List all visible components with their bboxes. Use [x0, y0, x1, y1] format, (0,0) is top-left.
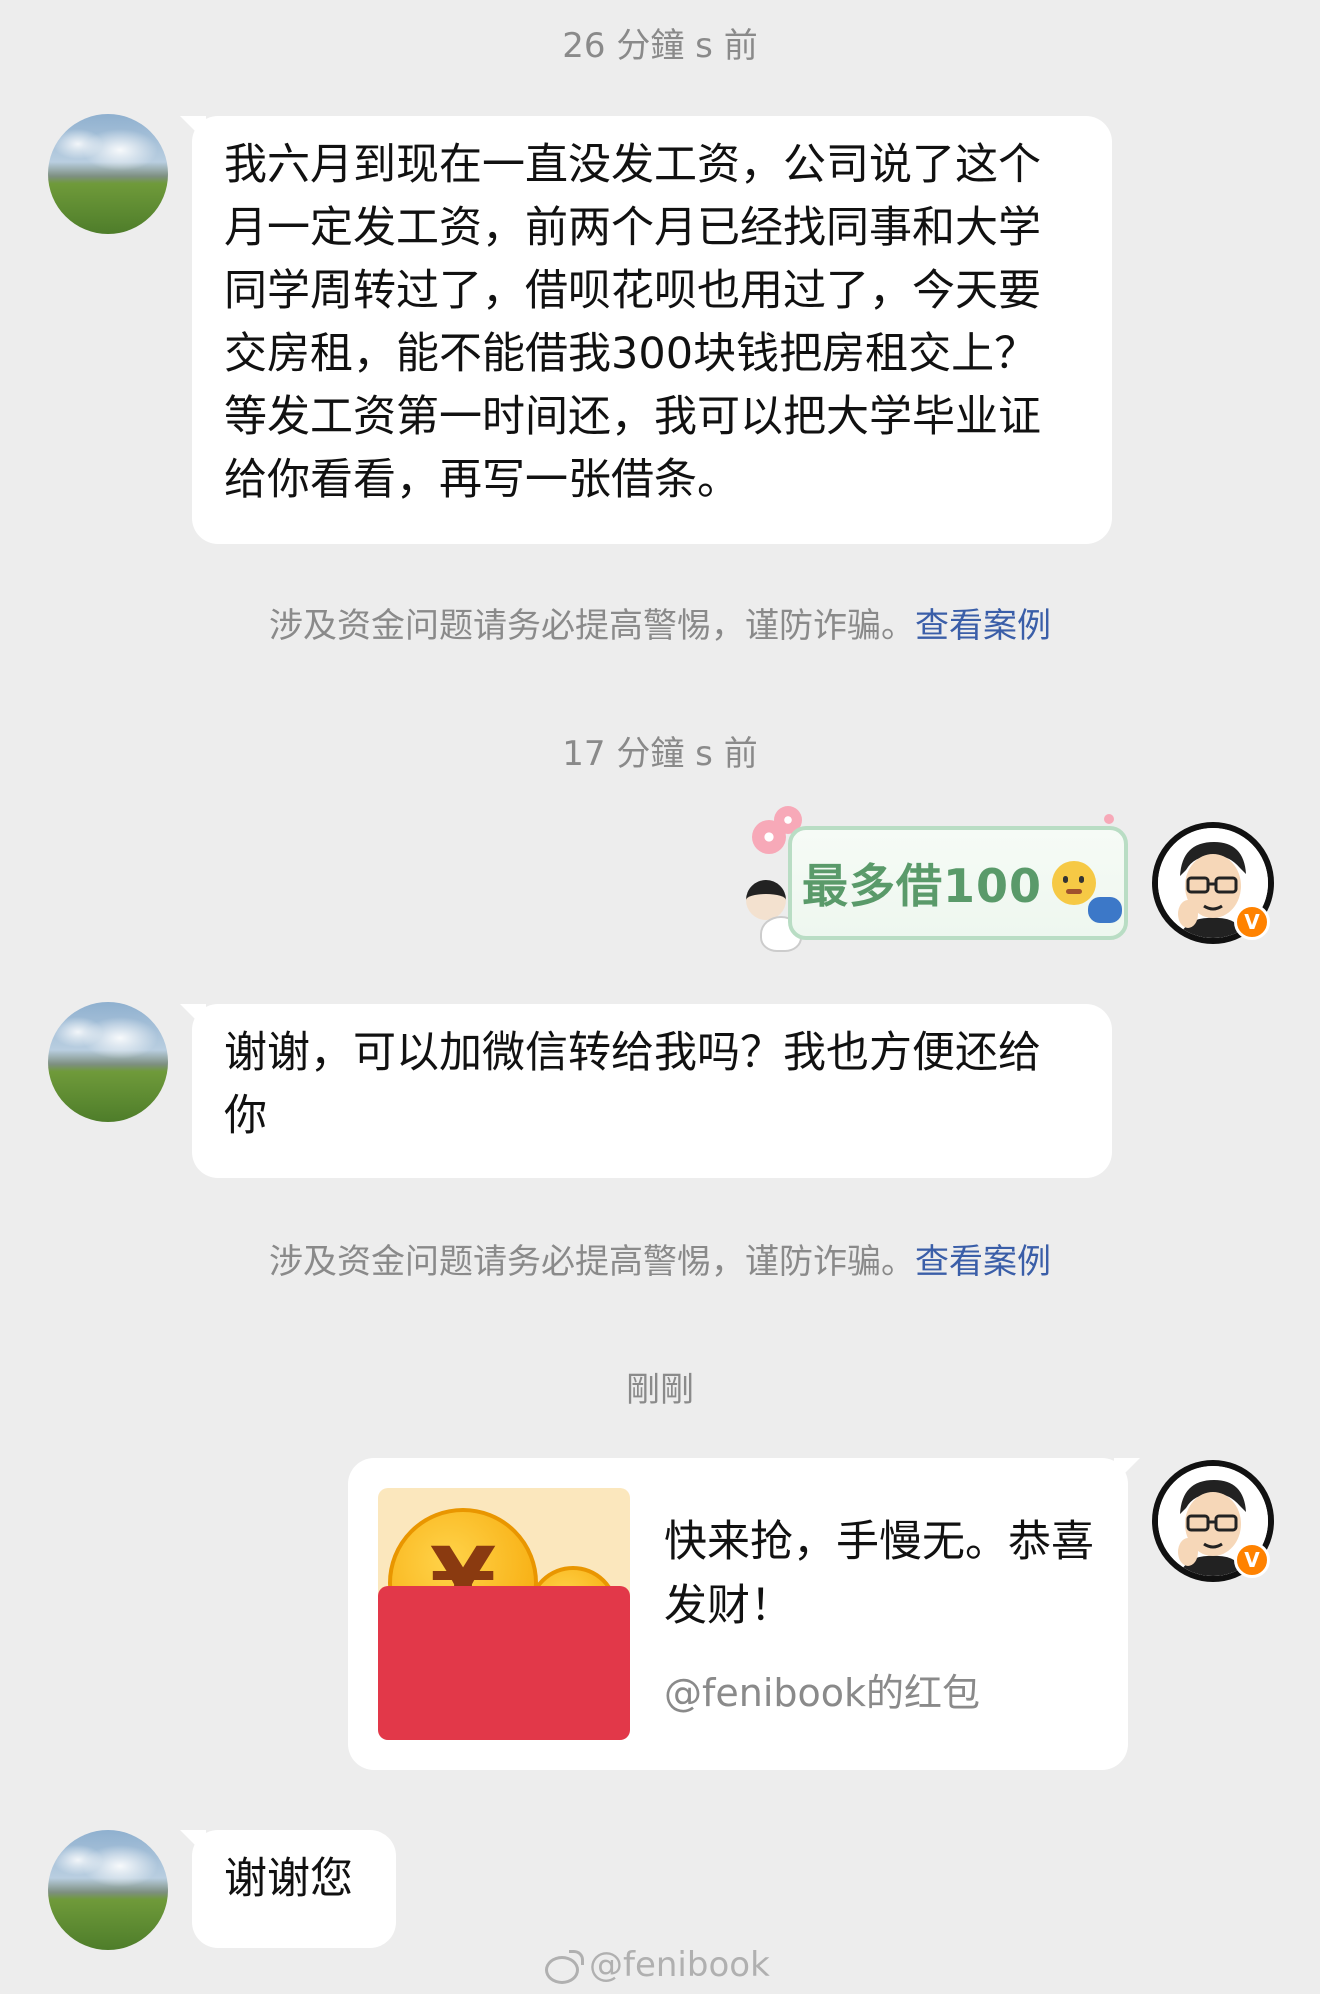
- thinking-face-emoji-icon: [1052, 861, 1123, 923]
- message-text: 我六月到现在一直没发工资，公司说了这个月一定发工资，前两个月已经找同事和大学同学…: [224, 140, 1041, 505]
- fraud-warning: 涉及资金问题请务必提高警惕，谨防诈骗。查看案例: [0, 604, 1320, 648]
- verified-badge-icon: V: [1234, 1542, 1270, 1578]
- incoming-message-bubble[interactable]: 我六月到现在一直没发工资，公司说了这个月一定发工资，前两个月已经找同事和大学同学…: [180, 116, 1112, 544]
- view-cases-link[interactable]: 查看案例: [915, 606, 1051, 646]
- message-text: 谢谢，可以加微信转给我吗？我也方便还给你: [224, 1028, 1041, 1141]
- fraud-warning-text: 涉及资金问题请务必提高警惕，谨防诈骗。: [269, 606, 915, 646]
- watermark-text: @fenibook: [589, 1945, 770, 1985]
- timestamp: 17 分鐘 s 前: [562, 734, 758, 774]
- red-packet-title: 快来抢，手慢无。恭喜发财！: [664, 1517, 1094, 1631]
- weibo-watermark: @fenibook: [545, 1945, 770, 1985]
- message-text: 谢谢您: [224, 1854, 353, 1904]
- red-packet-subtitle: @fenibook的红包: [664, 1671, 981, 1715]
- contact-avatar[interactable]: [48, 114, 168, 234]
- contact-avatar[interactable]: [48, 1002, 168, 1122]
- message-text: 最多借100: [802, 859, 1043, 913]
- verified-badge-icon: V: [1234, 904, 1270, 940]
- timestamp: 26 分鐘 s 前: [562, 26, 758, 66]
- dot-decoration-icon: [1104, 814, 1114, 824]
- chat-screen: 26 分鐘 s 前 我六月到现在一直没发工资，公司说了这个月一定发工资，前两个月…: [0, 0, 1320, 1994]
- red-packet-icon: ¥: [378, 1488, 630, 1740]
- contact-avatar[interactable]: [48, 1830, 168, 1950]
- view-cases-link[interactable]: 查看案例: [915, 1242, 1051, 1282]
- fraud-warning-text: 涉及资金问题请务必提高警惕，谨防诈骗。: [269, 1242, 915, 1282]
- timestamp: 剛剛: [626, 1370, 694, 1410]
- incoming-message-bubble[interactable]: 谢谢，可以加微信转给我吗？我也方便还给你: [180, 1004, 1112, 1178]
- outgoing-message-bubble[interactable]: 最多借100: [788, 826, 1128, 940]
- fraud-warning: 涉及资金问题请务必提高警惕，谨防诈骗。查看案例: [0, 1240, 1320, 1284]
- red-packet-card[interactable]: ¥ 快来抢，手慢无。恭喜发财！ @fenibook的红包: [348, 1458, 1140, 1770]
- weibo-logo-icon: [545, 1950, 584, 1984]
- incoming-message-bubble[interactable]: 谢谢您: [180, 1830, 396, 1948]
